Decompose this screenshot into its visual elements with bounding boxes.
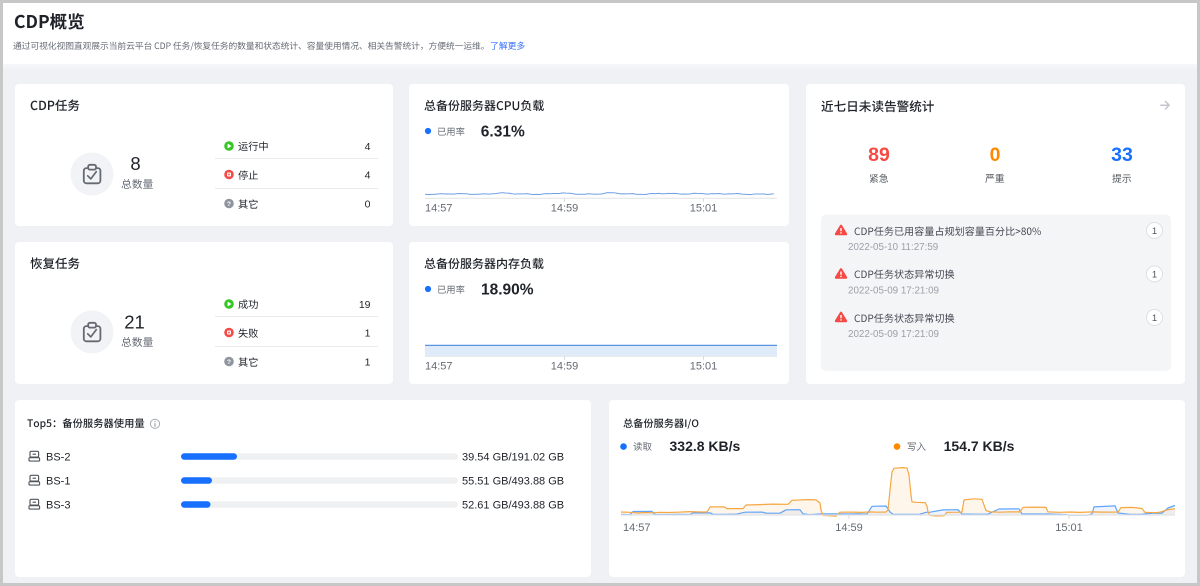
svg-text:33: 33 [1111,144,1133,166]
svg-text:8: 8 [130,153,140,174]
svg-text:89: 89 [868,144,890,166]
svg-text:6.31%: 6.31% [481,123,525,140]
svg-text:14:57: 14:57 [425,203,453,215]
svg-text:BS-2: BS-2 [46,451,70,463]
svg-text:14:59: 14:59 [551,361,579,373]
svg-text:14:59: 14:59 [835,522,863,534]
svg-text:1: 1 [365,356,371,368]
svg-text:14:57: 14:57 [623,522,651,534]
svg-text:BS-3: BS-3 [46,499,70,511]
svg-text:15:01: 15:01 [1055,522,1083,534]
svg-text:0: 0 [990,144,1001,166]
svg-text:18.90%: 18.90% [481,281,534,298]
svg-text:2022-05-09 17:21:09: 2022-05-09 17:21:09 [848,329,939,340]
svg-text:52.61 GB/493.88 GB: 52.61 GB/493.88 GB [462,499,564,511]
svg-text:55.51 GB/493.88 GB: 55.51 GB/493.88 GB [462,475,564,487]
svg-text:1: 1 [365,327,371,339]
svg-text:2022-05-10 11:27:59: 2022-05-10 11:27:59 [848,242,938,253]
svg-text:4: 4 [365,141,371,153]
svg-text:1: 1 [1152,270,1157,281]
svg-text:14:57: 14:57 [425,361,453,373]
svg-text:1: 1 [1152,313,1157,324]
svg-text:332.8 KB/s: 332.8 KB/s [670,438,741,454]
svg-text:21: 21 [124,312,145,333]
svg-text:0: 0 [365,198,371,210]
svg-text:15:01: 15:01 [690,203,718,215]
svg-text:15:01: 15:01 [690,361,718,373]
svg-text:19: 19 [359,299,371,311]
svg-text:154.7 KB/s: 154.7 KB/s [944,438,1015,454]
svg-text:1: 1 [1152,226,1157,237]
svg-text:4: 4 [365,169,371,181]
svg-text:2022-05-09 17:21:09: 2022-05-09 17:21:09 [848,285,939,296]
svg-text:39.54 GB/191.02 GB: 39.54 GB/191.02 GB [462,451,564,463]
svg-text:BS-1: BS-1 [46,475,70,487]
svg-text:14:59: 14:59 [551,203,579,215]
